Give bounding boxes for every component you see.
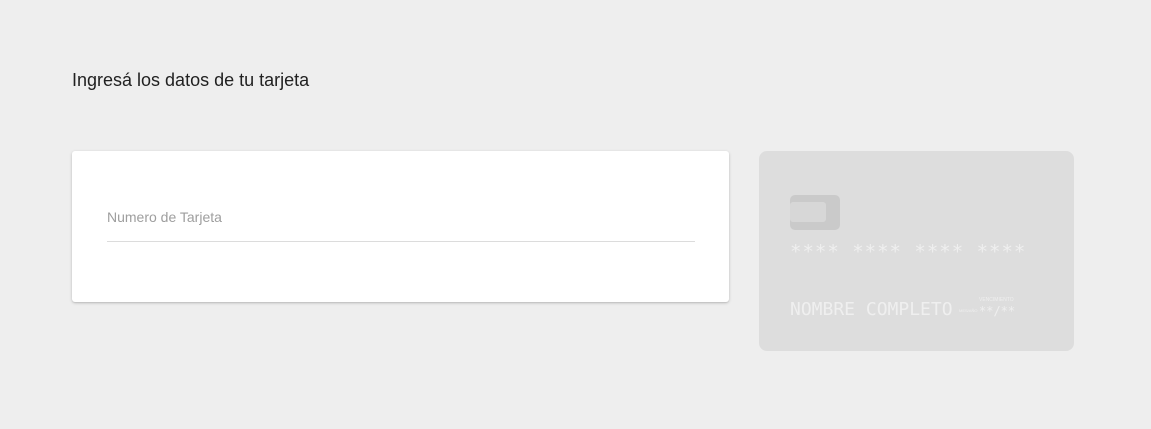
- credit-card-preview: **** **** **** **** NOMBRE COMPLETO MES/…: [759, 151, 1074, 351]
- card-form-panel: Numero de Tarjeta: [72, 151, 729, 302]
- card-preview-expiry: **/**: [979, 304, 1016, 318]
- card-number-field[interactable]: Numero de Tarjeta: [107, 207, 699, 243]
- card-preview-holder-name: NOMBRE COMPLETO: [790, 299, 953, 320]
- card-chip-icon: [790, 195, 840, 230]
- card-preview-expiry-caption: VENCIMIENTO: [979, 297, 1014, 303]
- page-title: Ingresá los datos de tu tarjeta: [72, 70, 310, 90]
- card-chip-contact: [790, 202, 826, 222]
- card-preview-number: **** **** **** ****: [790, 241, 1027, 263]
- card-preview-valid-thru-label: MES/AÑO: [959, 308, 978, 313]
- card-number-input[interactable]: [107, 207, 699, 243]
